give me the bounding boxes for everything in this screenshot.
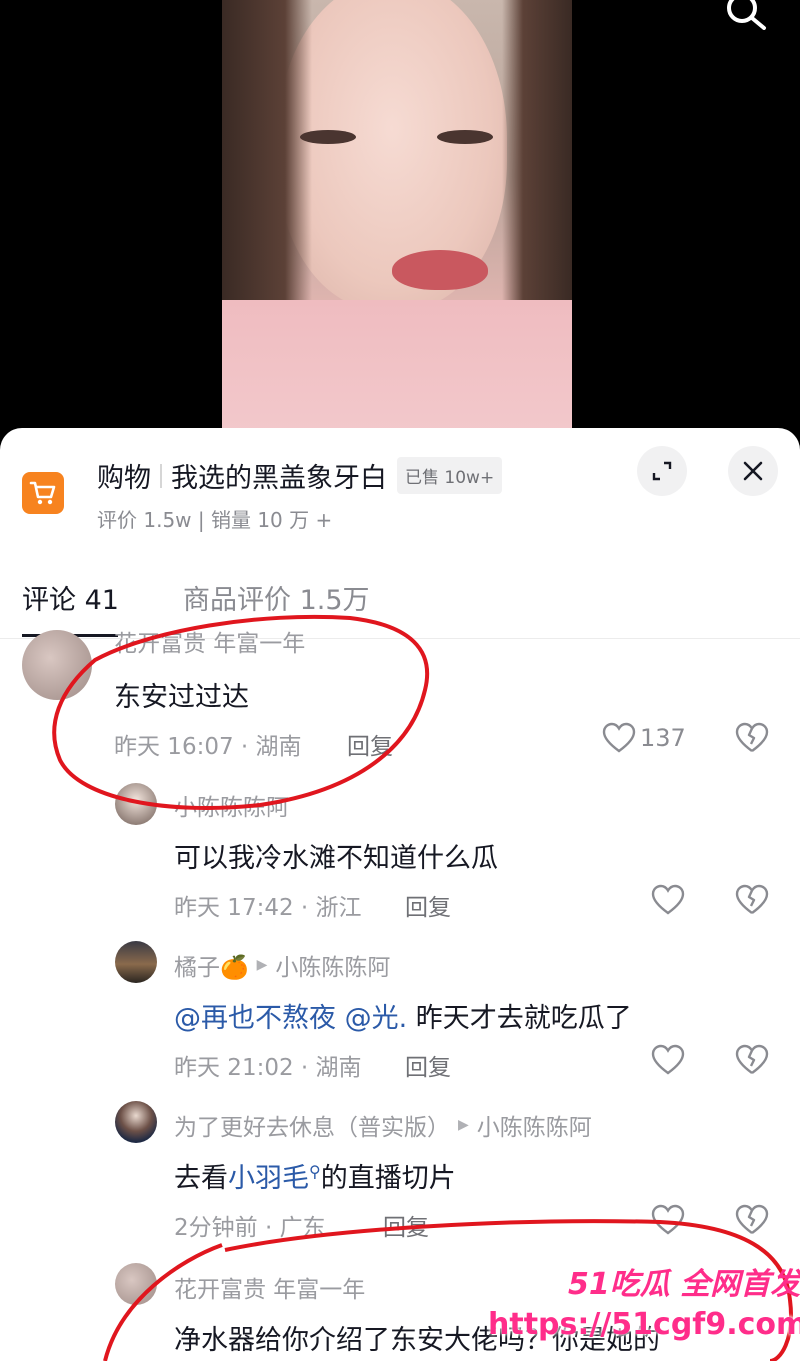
comment-text: 东安过过达 <box>114 682 249 713</box>
reply-button[interactable]: 回复 <box>405 1048 451 1082</box>
hair-right <box>502 0 572 300</box>
broken-heart-icon[interactable] <box>735 1204 769 1236</box>
heart-icon[interactable] <box>651 1204 685 1236</box>
avatar[interactable] <box>115 783 157 825</box>
comment-item: 小陈陈陈阿 可以我冷水滩不知道什么瓜 昨天 17:42 · 浙江 回复 <box>0 778 800 928</box>
comment-text-end: 的直播切片 <box>320 1163 456 1194</box>
comment-text: @再也不熬夜 @光. 昨天才去就吃瓜了 <box>174 996 632 1035</box>
comment-author[interactable]: 橘子🍊 ▶ 小陈陈陈阿 <box>174 948 390 982</box>
search-icon[interactable] <box>720 0 770 30</box>
reply-button[interactable]: 回复 <box>383 1208 429 1242</box>
avatar[interactable] <box>115 941 157 983</box>
comment-item: 为了更好去休息（普实版） ▶ 小陈陈陈阿 去看小羽毛⚲的直播切片 2分钟前 · … <box>0 1098 800 1248</box>
close-icon <box>743 461 763 481</box>
heart-icon <box>602 722 636 753</box>
comment-sheet: 购物 我选的黑盖象牙白 已售 10w+ 评价 1.5w | 销量 10 万 + … <box>0 428 800 1361</box>
comment-time-location: 昨天 21:02 · 湖南 <box>174 1055 362 1081</box>
video-player[interactable] <box>0 0 800 440</box>
mention-link[interactable]: @再也不熬夜 <box>174 1003 336 1034</box>
reply-to-name: 小陈陈陈阿 <box>476 1115 592 1141</box>
lips <box>392 250 488 290</box>
comment-author[interactable]: 花开富贵 年富一年 <box>114 624 305 658</box>
reply-button[interactable]: 回复 <box>405 888 451 922</box>
eye-left <box>300 130 356 144</box>
author-name: 为了更好去休息（普实版） <box>174 1115 450 1141</box>
video-frame <box>222 0 572 440</box>
title-separator <box>160 463 162 488</box>
comment-item: 花开富贵 年富一年 东安过过达 昨天 16:07 · 湖南 回复 137 <box>0 618 800 768</box>
shop-title: 购物 我选的黑盖象牙白 已售 10w+ <box>97 456 503 495</box>
reply-arrow-icon: ▶ <box>458 1117 469 1133</box>
avatar[interactable] <box>115 1263 157 1305</box>
watermark: 51吃瓜 全网首发 https://51cgf9.com <box>488 1255 800 1361</box>
comment-item: 橘子🍊 ▶ 小陈陈陈阿 @再也不熬夜 @光. 昨天才去就吃瓜了 昨天 21:02… <box>0 938 800 1088</box>
comment-text: 去看小羽毛⚲的直播切片 <box>174 1156 456 1195</box>
close-button[interactable] <box>728 446 778 496</box>
tab-product-reviews[interactable]: 商品评价 1.5万 <box>183 578 370 617</box>
reply-button[interactable]: 回复 <box>347 727 393 761</box>
heart-icon[interactable] <box>651 1044 685 1076</box>
tab-comments[interactable]: 评论 41 <box>22 578 119 617</box>
sold-badge: 已售 10w+ <box>397 457 503 494</box>
cart-icon <box>22 472 64 514</box>
broken-heart-icon[interactable] <box>735 722 769 754</box>
watermark-title: 51吃瓜 全网首发 <box>568 1267 800 1302</box>
avatar[interactable] <box>115 1101 157 1143</box>
like-count: 137 <box>640 724 686 752</box>
search-small-icon: ⚲ <box>309 1162 321 1181</box>
comment-author[interactable]: 花开富贵 年富一年 <box>174 1270 365 1304</box>
reply-to-name: 小陈陈陈阿 <box>275 955 391 981</box>
mention-link[interactable]: @光. <box>345 1003 408 1034</box>
hoodie <box>222 300 572 440</box>
comment-text-start: 去看 <box>174 1163 228 1194</box>
hair-left <box>222 0 312 330</box>
author-name: 橘子🍊 <box>174 955 249 981</box>
expand-icon <box>652 461 672 481</box>
eye-right <box>437 130 493 144</box>
avatar[interactable] <box>22 630 92 700</box>
broken-heart-icon[interactable] <box>735 1044 769 1076</box>
comment-time-location: 昨天 16:07 · 湖南 <box>114 734 302 760</box>
comment-text: 可以我冷水滩不知道什么瓜 <box>174 843 498 874</box>
shop-entry[interactable]: 购物 我选的黑盖象牙白 已售 10w+ 评价 1.5w | 销量 10 万 + <box>0 428 800 558</box>
shop-subtitle: 评价 1.5w | 销量 10 万 + <box>97 508 333 532</box>
search-link[interactable]: 小羽毛 <box>228 1163 309 1194</box>
reply-arrow-icon: ▶ <box>256 957 268 973</box>
comment-author[interactable]: 小陈陈陈阿 <box>174 788 289 822</box>
comment-time-location: 昨天 17:42 · 浙江 <box>174 895 362 921</box>
product-name: 我选的黑盖象牙白 <box>171 463 387 494</box>
comment-time-location: 2分钟前 · 广东 <box>174 1215 326 1241</box>
comment-author[interactable]: 为了更好去休息（普实版） ▶ 小陈陈陈阿 <box>174 1108 592 1142</box>
watermark-url: https://51cgf9.com <box>488 1307 800 1342</box>
comment-text-body: 昨天才去就吃瓜了 <box>415 1003 632 1034</box>
shop-category: 购物 <box>97 463 151 494</box>
like-button[interactable]: 137 <box>602 722 686 754</box>
broken-heart-icon[interactable] <box>735 884 769 916</box>
heart-icon[interactable] <box>651 884 685 916</box>
expand-button[interactable] <box>637 446 687 496</box>
